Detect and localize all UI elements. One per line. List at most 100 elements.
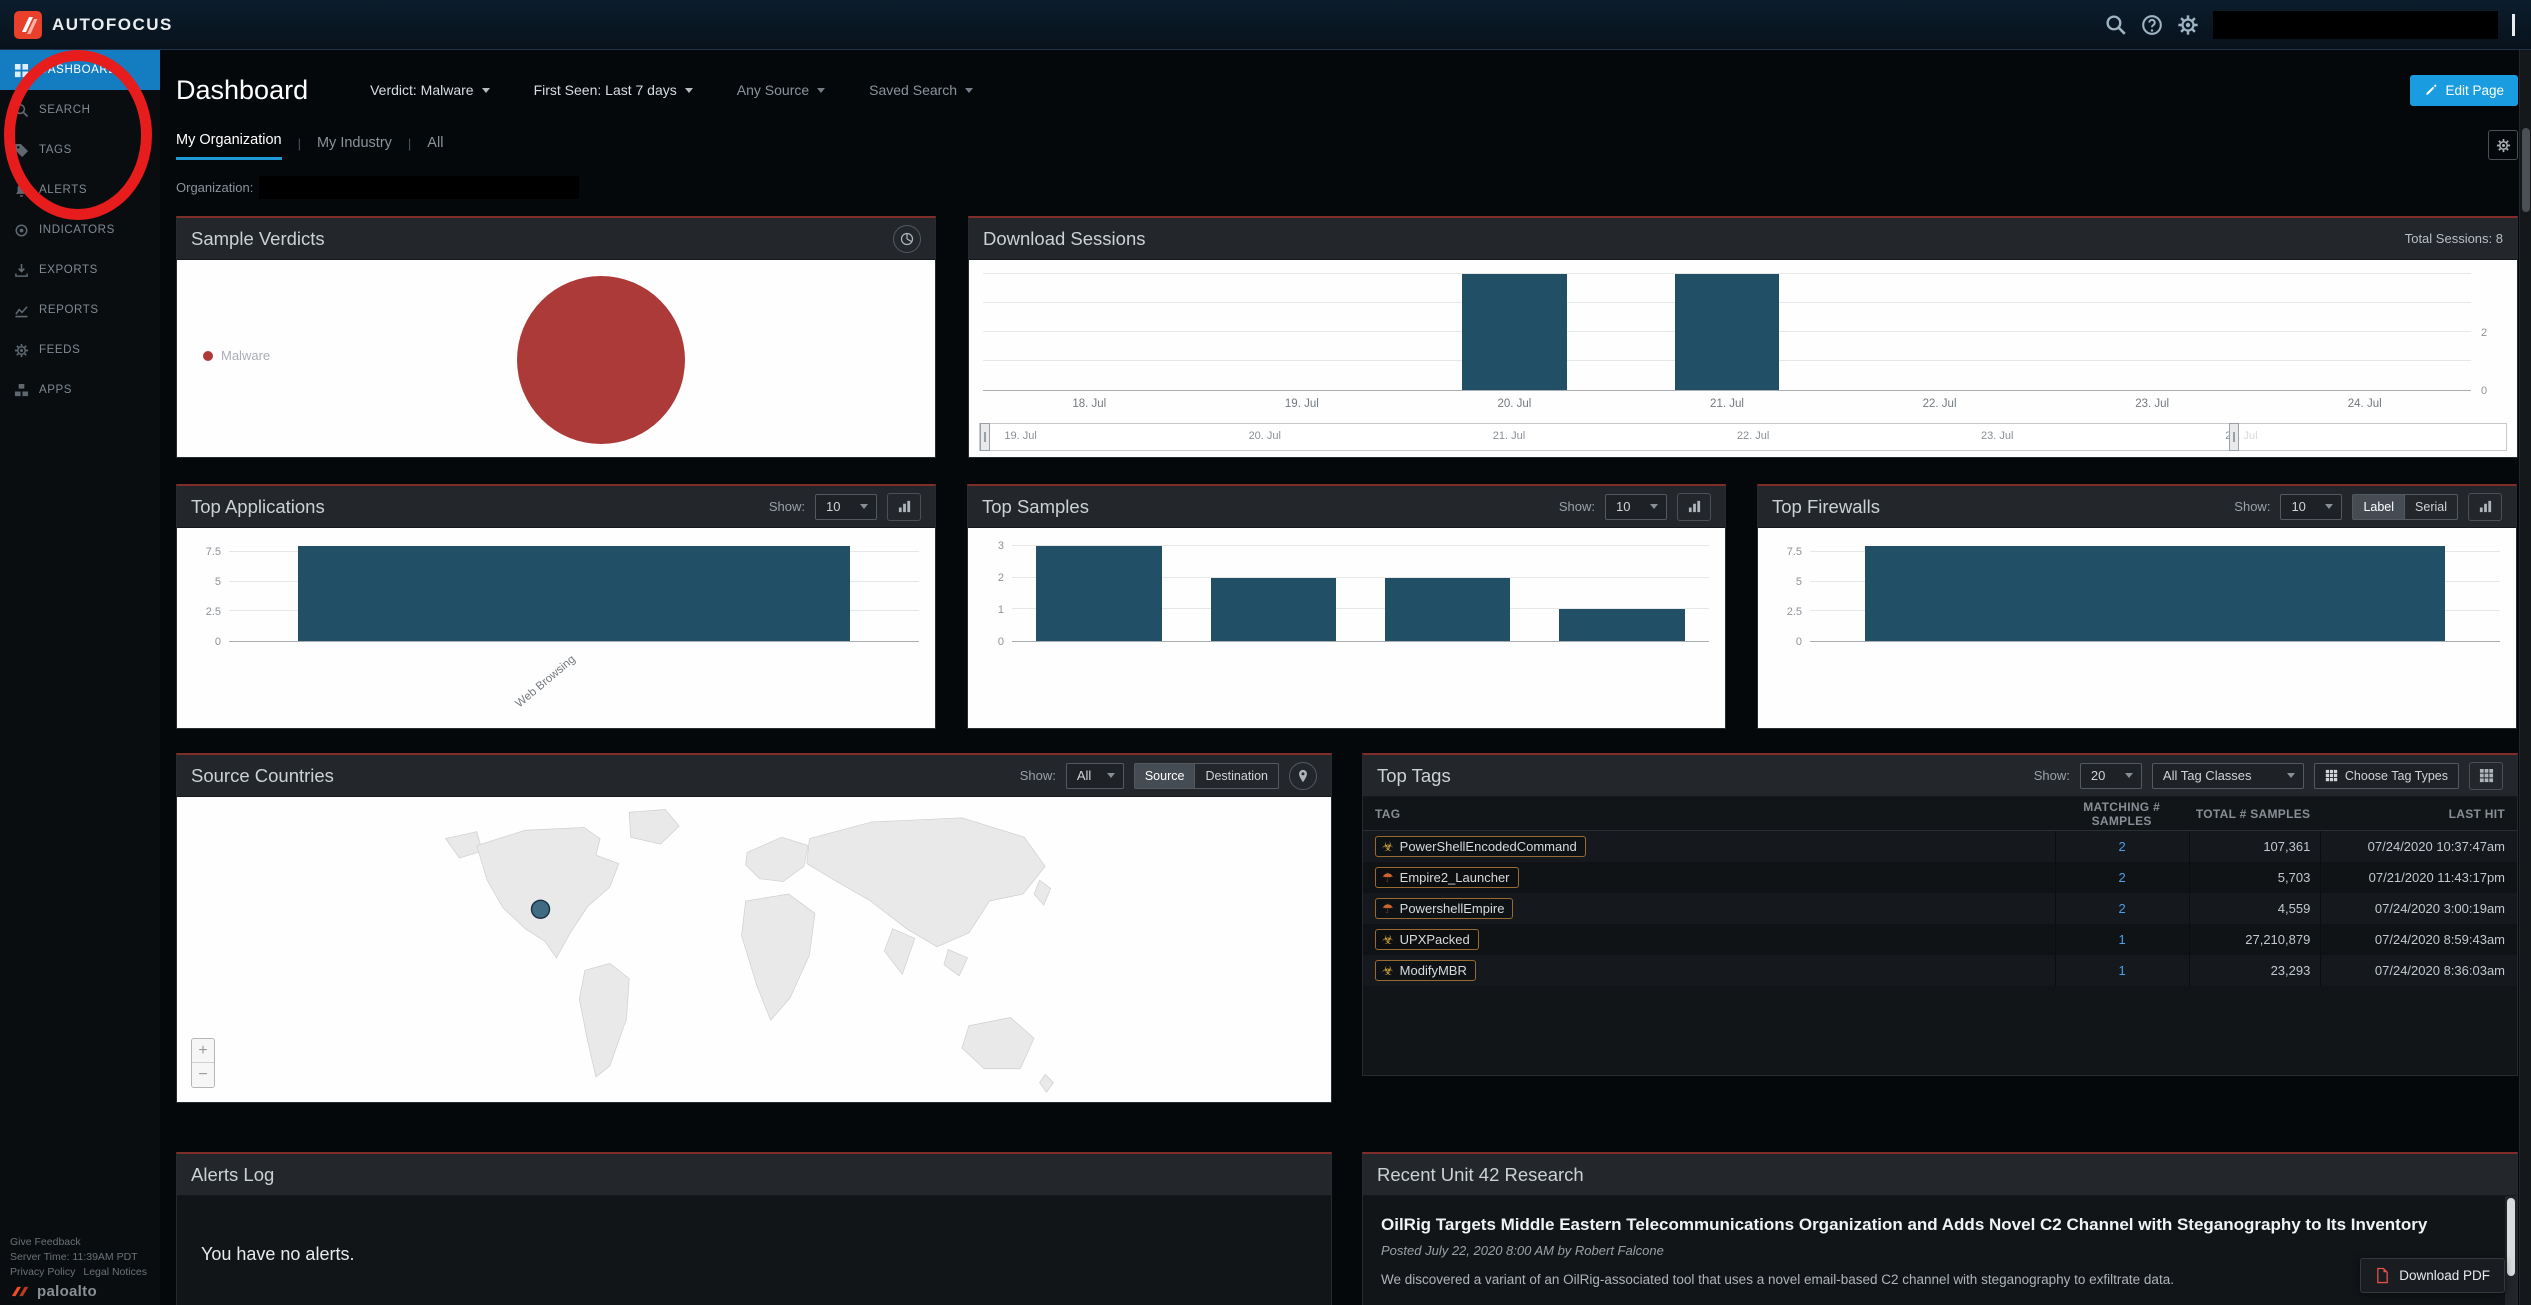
tag-table-row: ☂PowershellEmpire24,55907/24/2020 3:00:1… <box>1363 893 2517 924</box>
sidebar-item-apps[interactable]: APPS <box>0 370 160 410</box>
toggle-label-button[interactable]: Label <box>2352 494 2405 520</box>
bar[interactable] <box>1211 578 1336 641</box>
privacy-policy-link[interactable]: Privacy Policy <box>10 1266 75 1278</box>
widget-title: Top Tags <box>1377 765 1451 787</box>
column-header-last-hit[interactable]: LAST HIT <box>2320 807 2517 821</box>
sidebar-item-label: SEARCH <box>39 104 91 116</box>
timeline-left-handle[interactable] <box>980 423 990 451</box>
column-header-tag[interactable]: TAG <box>1363 807 2055 821</box>
zoom-out-button[interactable]: − <box>192 1063 214 1087</box>
show-count-select[interactable]: 10 <box>2280 494 2342 520</box>
sidebar-item-exports[interactable]: EXPORTS <box>0 250 160 290</box>
tag-pill[interactable]: ☣ UPXPacked <box>1375 929 1479 950</box>
bar[interactable] <box>1675 274 1779 390</box>
filter-label: Saved Search <box>869 82 957 98</box>
chevron-down-icon <box>482 88 490 93</box>
sidebar-footer: Give Feedback Server Time: 11:39AM PDT P… <box>10 1235 155 1299</box>
filter-dropdown[interactable]: Any Source <box>737 82 825 98</box>
sidebar-item-reports[interactable]: REPORTS <box>0 290 160 330</box>
widget-title: Top Applications <box>191 496 325 518</box>
give-feedback-link[interactable]: Give Feedback <box>10 1235 155 1250</box>
legal-notices-link[interactable]: Legal Notices <box>83 1266 147 1278</box>
map-pin-button[interactable] <box>1289 762 1317 790</box>
y-axis-label: 3 <box>998 540 1004 552</box>
autofocus-logo[interactable]: AUTOFOCUS <box>0 11 173 39</box>
filter-dropdown[interactable]: Saved Search <box>869 82 973 98</box>
timeline-right-handle[interactable] <box>2229 423 2239 451</box>
panel-scrollbar[interactable] <box>2505 1196 2517 1305</box>
bar[interactable] <box>1462 274 1566 390</box>
download-pdf-button[interactable]: Download PDF <box>2360 1258 2505 1293</box>
filter-dropdown[interactable]: Verdict: Malware <box>370 82 489 98</box>
tag-name: PowerShellEncodedCommand <box>1400 839 1577 854</box>
panel-scrollbar-thumb[interactable] <box>2507 1198 2515 1276</box>
matching-samples-link[interactable]: 2 <box>2119 870 2126 885</box>
help-icon[interactable] <box>2141 14 2163 36</box>
filter-dropdown[interactable]: First Seen: Last 7 days <box>534 82 693 98</box>
toggle-serial-button[interactable]: Serial <box>2405 494 2458 520</box>
sidebar-item-alerts[interactable]: ALERTS <box>0 170 160 210</box>
pie-chart-toggle-button[interactable] <box>893 225 921 253</box>
chart-type-button[interactable] <box>1677 493 1711 521</box>
tag-name: ModifyMBR <box>1400 963 1467 978</box>
top-tags-table: TAG MATCHING # SAMPLES TOTAL # SAMPLES L… <box>1363 797 2517 1075</box>
tag-pill[interactable]: ☂Empire2_Launcher <box>1375 867 1519 888</box>
matching-samples-link[interactable]: 2 <box>2119 839 2126 854</box>
choose-tag-types-button[interactable]: Choose Tag Types <box>2314 763 2459 789</box>
filter-bar: Verdict: Malware First Seen: Last 7 days A… <box>370 82 973 98</box>
show-count-select[interactable]: 10 <box>1605 494 1667 520</box>
tag-pill[interactable]: ☣PowerShellEncodedCommand <box>1375 836 1586 857</box>
show-count-select[interactable]: 10 <box>815 494 877 520</box>
world-map[interactable] <box>177 797 1331 1102</box>
tag-name: UPXPacked <box>1400 932 1470 947</box>
toggle-destination-button[interactable]: Destination <box>1195 763 1279 789</box>
tag-pill[interactable]: ☣ModifyMBR <box>1375 960 1476 981</box>
tab-my-industry[interactable]: My Industry <box>317 135 392 160</box>
timeline-brush[interactable]: 19. Jul20. Jul21. Jul22. Jul23. Jul24. J… <box>979 423 2507 451</box>
bar[interactable] <box>1385 578 1510 641</box>
customize-dashboard-button[interactable] <box>2488 130 2518 160</box>
show-count-select[interactable]: All <box>1066 763 1124 789</box>
y-axis-label: 5 <box>1796 576 1802 588</box>
article-headline[interactable]: OilRig Targets Middle Eastern Telecommun… <box>1381 1214 2483 1235</box>
pie-legend[interactable]: Malware <box>203 348 270 363</box>
column-header-matching[interactable]: MATCHING # SAMPLES <box>2055 800 2189 828</box>
tab-all[interactable]: All <box>427 135 443 160</box>
edit-page-button[interactable]: Edit Page <box>2410 75 2518 106</box>
matching-samples-link[interactable]: 1 <box>2119 963 2126 978</box>
bar[interactable] <box>1865 546 2445 641</box>
tag-pill[interactable]: ☂PowershellEmpire <box>1375 898 1513 919</box>
verdicts-pie-chart[interactable] <box>517 276 685 444</box>
matching-samples-link[interactable]: 2 <box>2119 901 2126 916</box>
page-scrollbar[interactable] <box>2519 50 2531 1305</box>
tag-table-row: ☣PowerShellEncodedCommand2107,36107/24/2… <box>1363 831 2517 862</box>
sidebar-item-tags[interactable]: TAGS <box>0 130 160 170</box>
bar-chart-icon <box>897 499 912 514</box>
page-scrollbar-thumb[interactable] <box>2522 128 2530 212</box>
zoom-in-button[interactable]: + <box>192 1039 214 1063</box>
chart-type-button[interactable] <box>2468 493 2502 521</box>
biohazard-icon: ☣ <box>1382 933 1394 946</box>
matching-samples-link[interactable]: 1 <box>2119 932 2126 947</box>
x-axis-label: 23. Jul <box>2135 398 2169 410</box>
tab-my-organization[interactable]: My Organization <box>176 132 282 160</box>
column-header-total[interactable]: TOTAL # SAMPLES <box>2189 807 2321 821</box>
tag-class-select[interactable]: All Tag Classes <box>2152 763 2304 789</box>
widget-download-sessions: Download Sessions Total Sessions: 8 02 1… <box>968 216 2518 458</box>
table-view-button[interactable] <box>2469 762 2503 790</box>
services-icon[interactable] <box>2177 14 2199 36</box>
toggle-source-button[interactable]: Source <box>1134 763 1196 789</box>
bar[interactable] <box>1036 546 1161 641</box>
search-icon[interactable] <box>2105 14 2127 36</box>
bar[interactable] <box>298 546 850 641</box>
show-count-select[interactable]: 20 <box>2080 763 2142 789</box>
show-label: Show: <box>1559 499 1595 514</box>
sidebar-item-dashboard[interactable]: DASHBOARD <box>0 50 160 90</box>
tag-name: Empire2_Launcher <box>1400 870 1510 885</box>
sidebar-item-search[interactable]: SEARCH <box>0 90 160 130</box>
bar[interactable] <box>1559 609 1684 641</box>
y-axis-label: 0 <box>1796 636 1802 648</box>
sidebar-item-indicators[interactable]: INDICATORS <box>0 210 160 250</box>
chart-type-button[interactable] <box>887 493 921 521</box>
sidebar-item-feeds[interactable]: FEEDS <box>0 330 160 370</box>
